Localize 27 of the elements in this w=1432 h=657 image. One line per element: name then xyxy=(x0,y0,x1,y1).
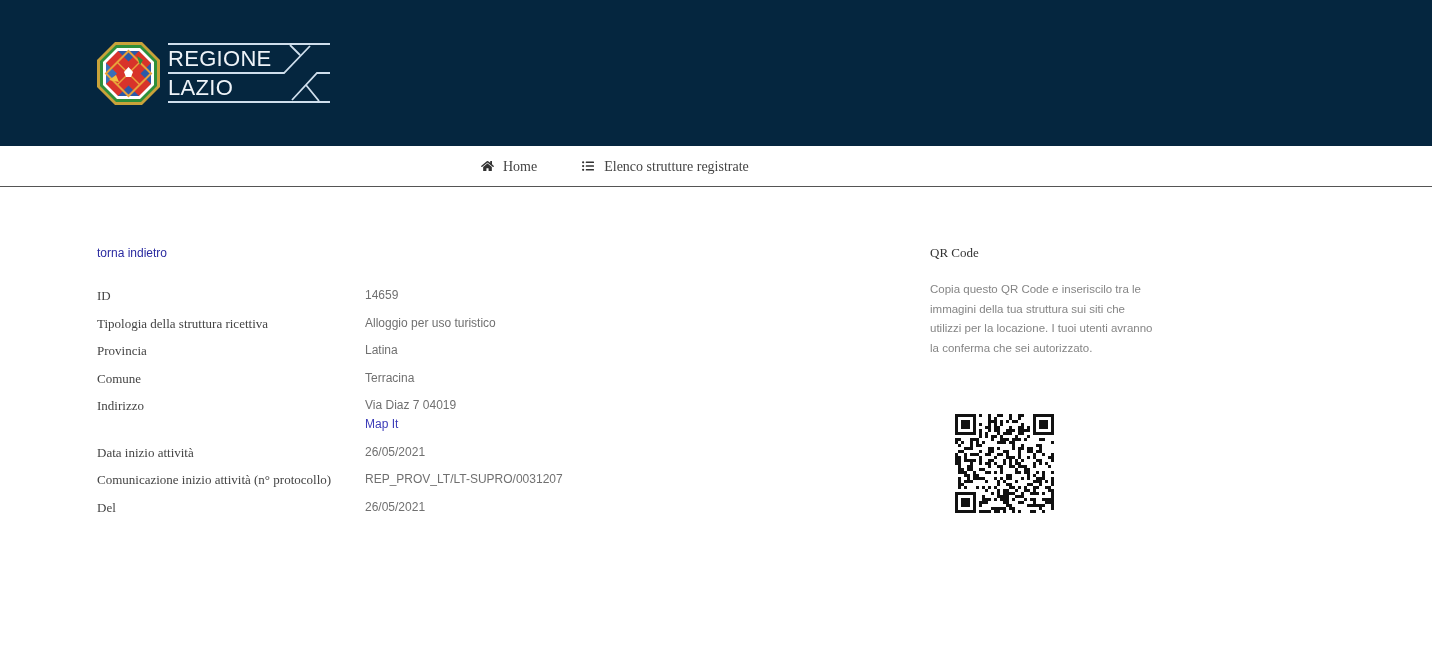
field-label: Provincia xyxy=(97,342,148,360)
logo-text: LAZIO xyxy=(168,74,235,101)
nav-link[interactable]: Elenco strutture registrate xyxy=(581,155,749,177)
field-value: Latina xyxy=(365,342,398,359)
field-value: 26/05/2021 xyxy=(365,443,426,461)
qr-title: QR Code xyxy=(930,244,979,262)
home-icon xyxy=(481,160,494,172)
field-label: Del xyxy=(97,498,117,517)
list-icon xyxy=(581,160,596,172)
field-label: Data inizio attività xyxy=(97,443,195,462)
field-label: Comunicazione inizio attività (n° protocollo) xyxy=(97,471,333,489)
field-value: REP_PROV_LT/LT-SUPRO/0031207 xyxy=(365,471,563,488)
field-label: Comune xyxy=(97,369,143,388)
logo-text: REGIONE xyxy=(168,45,283,74)
nav-link[interactable]: Home xyxy=(481,155,538,177)
back-link[interactable]: torna indietro xyxy=(97,244,168,262)
field-label: Tipologia della struttura ricettiva xyxy=(97,314,269,333)
map-link[interactable]: Map It xyxy=(365,415,399,434)
field-value: 26/05/2021 xyxy=(365,498,426,516)
qr-description: Copia questo QR Code e inseriscilo tra le immagini della tua struttura sui siti che utilizzi per la locazione. I tuoi utenti avranno la conferma che sei autorizzato. xyxy=(930,282,1154,356)
field-value: 14659 xyxy=(365,287,399,304)
field-value: Terracina xyxy=(365,369,415,387)
field-label: Indirizzo xyxy=(97,397,145,415)
crest-icon xyxy=(97,41,160,105)
field-value: Alloggio per uso turistico xyxy=(365,314,496,332)
field-value: Via Diaz 7 04019 xyxy=(365,397,457,414)
field-label: ID xyxy=(97,287,112,305)
